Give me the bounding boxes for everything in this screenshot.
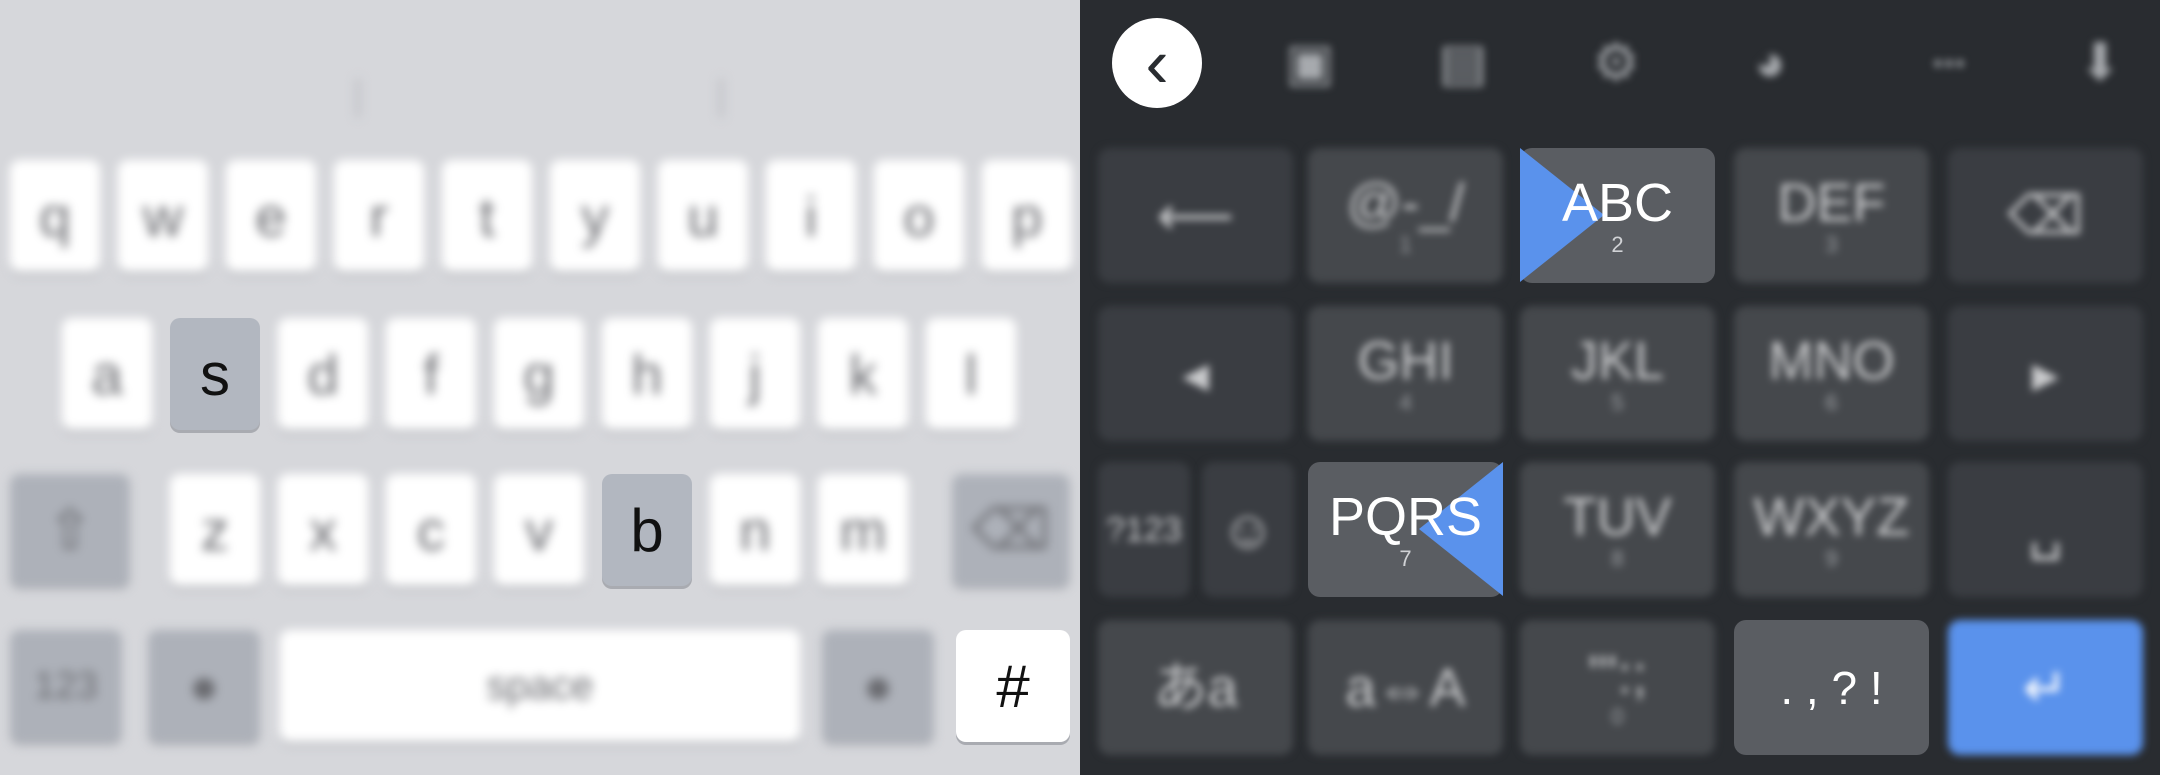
key-number: 1 xyxy=(1399,231,1412,257)
ios-keyboard: q w e r t y u i o p a d f g h j k l ⇧ z x c v n m ⌫ 123 ● space ● s b # xyxy=(0,0,1080,775)
key-g[interactable]: g xyxy=(494,318,584,430)
key-k[interactable]: k xyxy=(818,318,908,430)
key-label: ▸ xyxy=(2031,343,2060,404)
key-label: GHI xyxy=(1357,330,1454,391)
key-abc[interactable]: ABC 2 xyxy=(1520,148,1715,283)
emoji-key[interactable]: ● xyxy=(148,630,260,742)
key-x[interactable]: x xyxy=(278,474,368,586)
key-def[interactable]: DEF 3 xyxy=(1734,148,1929,283)
key-t[interactable]: t xyxy=(442,160,532,272)
key-v[interactable]: v xyxy=(494,474,584,586)
numbers-key[interactable]: 123 xyxy=(10,630,122,742)
sticker-icon[interactable]: ▣ xyxy=(1275,28,1345,98)
key-label: @-_/ xyxy=(1346,172,1465,233)
key-label: DEF xyxy=(1777,172,1886,233)
key-p[interactable]: p xyxy=(982,160,1072,272)
key-n[interactable]: n xyxy=(710,474,800,586)
gboard-keyboard: ‹ ▣ ▤ ⚙ ◕ ••• ⬇ ⟵ @-_/1 DEF 3 ⌫ ◂ GHI 4 JKL 5 MNO 6 ▸ ?123 ☺… xyxy=(1080,0,2160,775)
key-label: ☺ xyxy=(1220,499,1276,560)
key-y[interactable]: y xyxy=(550,160,640,272)
key-number: 6 xyxy=(1825,389,1838,415)
key-a[interactable]: a xyxy=(62,318,152,430)
key-ghi[interactable]: GHI 4 xyxy=(1308,306,1503,441)
key-b[interactable]: b xyxy=(602,474,692,586)
key-label: PQRS xyxy=(1328,486,1483,547)
gear-icon[interactable]: ⚙ xyxy=(1581,28,1651,98)
key-r[interactable]: r xyxy=(334,160,424,272)
key-z[interactable]: z xyxy=(170,474,260,586)
key-aa[interactable]: a⇔A xyxy=(1308,620,1503,755)
key-wxyz[interactable]: WXYZ 9 xyxy=(1734,462,1929,597)
key-number: 9 xyxy=(1825,545,1838,571)
key-m[interactable]: m xyxy=(818,474,908,586)
key-label: JKL xyxy=(1570,330,1665,391)
key-[interactable]: . , ? ! xyxy=(1734,620,1929,755)
key-label: ⟵ xyxy=(1156,185,1235,246)
key-label: ?123 xyxy=(1106,510,1182,549)
key-number: 5 xyxy=(1611,389,1624,415)
key-label: . , ? ! xyxy=(1780,661,1883,714)
key-label: '":; xyxy=(1587,644,1648,705)
key-label: ␣ xyxy=(2028,499,2063,560)
key-label: ABC xyxy=(1561,172,1674,233)
divider xyxy=(718,78,724,118)
key-number: 3 xyxy=(1825,231,1838,257)
key-[interactable]: @-_/1 xyxy=(1308,148,1503,283)
ios-keyboard-blurred-background: q w e r t y u i o p a d f g h j k l ⇧ z x c v n m ⌫ 123 ● space ● xyxy=(0,0,1080,775)
divider xyxy=(355,78,361,118)
key-j[interactable]: j xyxy=(710,318,800,430)
key-pqrs[interactable]: PQRS 7 xyxy=(1308,462,1503,597)
key-w[interactable]: w xyxy=(118,160,208,272)
hash-key[interactable]: # xyxy=(956,630,1070,742)
space-key[interactable]: space xyxy=(280,630,800,742)
key-c[interactable]: c xyxy=(386,474,476,586)
back-icon[interactable]: ‹ xyxy=(1112,18,1202,108)
key-[interactable]: '":; 0 xyxy=(1520,620,1715,755)
backspace-key[interactable]: ⌫ xyxy=(1948,148,2143,283)
mic-key[interactable]: ● xyxy=(822,630,934,742)
undo-arrow-key[interactable]: ⟵ xyxy=(1098,148,1293,283)
emoji-key[interactable]: ☺ xyxy=(1202,462,1294,597)
key-e[interactable]: e xyxy=(226,160,316,272)
key-f[interactable]: f xyxy=(386,318,476,430)
clipboard-icon[interactable]: ▤ xyxy=(1428,28,1498,98)
space-key[interactable]: ␣ xyxy=(1948,462,2143,597)
key-label: a⇔A xyxy=(1345,657,1466,718)
backspace-key[interactable]: ⌫ xyxy=(952,474,1070,586)
key-s[interactable]: s xyxy=(170,318,260,430)
key-d[interactable]: d xyxy=(278,318,368,430)
key-l[interactable]: l xyxy=(926,318,1016,430)
key-jkl[interactable]: JKL 5 xyxy=(1520,306,1715,441)
key-label: ↵ xyxy=(2022,657,2069,718)
key-label: あa xyxy=(1153,657,1238,718)
key-number: 7 xyxy=(1399,545,1412,571)
key-123[interactable]: ?123 xyxy=(1098,462,1190,597)
key-h[interactable]: h xyxy=(602,318,692,430)
key-tuv[interactable]: TUV 8 xyxy=(1520,462,1715,597)
key-number: 8 xyxy=(1611,545,1624,571)
key-i[interactable]: i xyxy=(766,160,856,272)
key-label: ⌫ xyxy=(2007,185,2084,246)
key-label: TUV xyxy=(1563,486,1672,547)
key-label: WXYZ xyxy=(1753,486,1910,547)
shift-key[interactable]: ⇧ xyxy=(10,474,130,586)
key-number: 0 xyxy=(1611,703,1624,729)
key-label: ◂ xyxy=(1181,343,1210,404)
key-o[interactable]: o xyxy=(874,160,964,272)
key-label: MNO xyxy=(1768,330,1895,391)
key-number: 2 xyxy=(1611,231,1624,257)
cursor-left-key[interactable]: ◂ xyxy=(1098,306,1293,441)
language-switch-key[interactable]: あa xyxy=(1098,620,1293,755)
more-icon[interactable]: ••• xyxy=(1915,28,1985,98)
key-q[interactable]: q xyxy=(10,160,100,272)
mic-icon[interactable]: ⬇ xyxy=(2065,28,2135,98)
key-mno[interactable]: MNO 6 xyxy=(1734,306,1929,441)
cursor-right-key[interactable]: ▸ xyxy=(1948,306,2143,441)
palette-icon[interactable]: ◕ xyxy=(1735,28,1805,98)
enter-key[interactable]: ↵ xyxy=(1948,620,2143,755)
key-u[interactable]: u xyxy=(658,160,748,272)
key-number: 4 xyxy=(1399,389,1412,415)
